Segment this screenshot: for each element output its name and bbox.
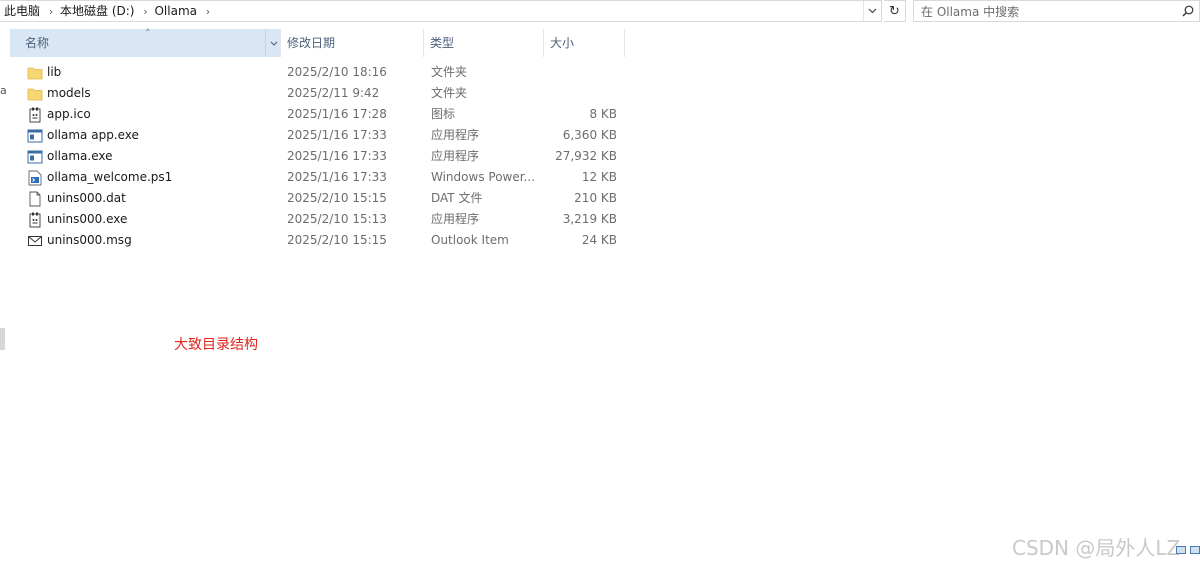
file-size: 6,360 KB	[562, 128, 617, 142]
search-box[interactable]: 在 Ollama 中搜索	[913, 0, 1200, 22]
file-size: 3,219 KB	[562, 212, 617, 226]
address-bar[interactable]: 此电脑 › 本地磁盘 (D:) › Ollama ›	[0, 0, 882, 22]
view-toggles	[1176, 546, 1200, 554]
breadcrumb-local-disk[interactable]: 本地磁盘 (D:)	[58, 1, 138, 21]
nav-pane-fragment: a	[0, 84, 7, 97]
file-name[interactable]: lib	[47, 62, 61, 83]
breadcrumb: 此电脑 › 本地磁盘 (D:) › Ollama ›	[0, 1, 215, 21]
refresh-icon: ↻	[889, 3, 900, 19]
file-date: 2025/1/16 17:28	[287, 107, 387, 121]
file-row[interactable]: app.ico 2025/1/16 17:28 图标 8 KB	[10, 104, 625, 125]
file-row[interactable]: ollama.exe 2025/1/16 17:33 应用程序 27,932 K…	[10, 146, 625, 167]
ico-file-icon	[27, 212, 43, 228]
file-size: 12 KB	[581, 170, 617, 184]
column-header-row: 名称 ˄ 修改日期 类型 大小	[10, 27, 625, 57]
file-type: DAT 文件	[431, 191, 483, 205]
watermark: CSDN @局外人LZ	[1012, 536, 1181, 560]
folder-icon	[27, 65, 43, 81]
ico-file-icon	[27, 107, 43, 123]
chevron-right-icon[interactable]: ›	[201, 5, 215, 18]
file-name[interactable]: unins000.dat	[47, 188, 126, 209]
file-list: lib 2025/2/10 18:16 文件夹 models 2025/2/11…	[10, 62, 625, 251]
app-window-icon	[27, 149, 43, 165]
file-size: 27,932 KB	[555, 149, 617, 163]
file-name[interactable]: ollama app.exe	[47, 125, 139, 146]
blank-file-icon	[27, 191, 43, 207]
chevron-right-icon[interactable]: ›	[138, 5, 152, 18]
file-type: 文件夹	[431, 86, 468, 100]
file-row[interactable]: models 2025/2/11 9:42 文件夹	[10, 83, 625, 104]
file-name[interactable]: app.ico	[47, 104, 91, 125]
file-date: 2025/2/11 9:42	[287, 86, 380, 100]
file-name[interactable]: models	[47, 83, 91, 104]
file-name[interactable]: ollama_welcome.ps1	[47, 167, 172, 188]
column-header-name[interactable]: 名称 ˄	[10, 27, 281, 57]
file-row[interactable]: unins000.exe 2025/2/10 15:13 应用程序 3,219 …	[10, 209, 625, 230]
file-type: 应用程序	[431, 128, 480, 142]
file-name[interactable]: unins000.exe	[47, 209, 127, 230]
app-window-icon	[27, 128, 43, 144]
history-dropdown-button[interactable]	[863, 1, 881, 21]
chevron-right-icon[interactable]: ›	[44, 5, 58, 18]
file-type: Outlook Item	[431, 233, 509, 247]
annotation-text: 大致目录结构	[174, 337, 258, 353]
file-date: 2025/1/16 17:33	[287, 170, 387, 184]
file-row[interactable]: unins000.msg 2025/2/10 15:15 Outlook Ite…	[10, 230, 625, 251]
file-type: 图标	[431, 107, 456, 121]
file-size: 210 KB	[574, 191, 617, 205]
file-date: 2025/2/10 18:16	[287, 65, 387, 79]
column-header-name-label: 名称	[25, 36, 50, 50]
folder-icon	[27, 86, 43, 102]
file-type: Windows Power...	[431, 170, 536, 184]
file-row[interactable]: unins000.dat 2025/2/10 15:15 DAT 文件 210 …	[10, 188, 625, 209]
file-date: 2025/2/10 15:13	[287, 212, 387, 226]
file-row[interactable]: lib 2025/2/10 18:16 文件夹	[10, 62, 625, 83]
nav-pane-scrollbar[interactable]	[0, 328, 5, 350]
file-size: 24 KB	[581, 233, 617, 247]
breadcrumb-ollama[interactable]: Ollama	[152, 1, 201, 21]
file-name[interactable]: unins000.msg	[47, 230, 132, 251]
chevron-down-icon[interactable]	[265, 29, 281, 57]
file-row[interactable]: ollama_welcome.ps1 2025/1/16 17:33 Windo…	[10, 167, 625, 188]
file-date: 2025/1/16 17:33	[287, 149, 387, 163]
file-row[interactable]: ollama app.exe 2025/1/16 17:33 应用程序 6,36…	[10, 125, 625, 146]
file-type: 应用程序	[431, 212, 480, 226]
file-date: 2025/1/16 17:33	[287, 128, 387, 142]
chevron-down-icon	[868, 8, 877, 14]
large-icons-view-icon[interactable]	[1190, 546, 1200, 554]
breadcrumb-this-pc[interactable]: 此电脑	[2, 1, 44, 21]
refresh-button[interactable]: ↻	[884, 0, 906, 22]
file-size: 8 KB	[589, 107, 617, 121]
powershell-script-icon	[27, 170, 43, 186]
column-header-type[interactable]: 类型	[424, 29, 544, 57]
file-date: 2025/2/10 15:15	[287, 233, 387, 247]
file-name[interactable]: ollama.exe	[47, 146, 113, 167]
search-input[interactable]: 在 Ollama 中搜索	[921, 3, 1177, 20]
envelope-icon	[27, 233, 43, 249]
search-icon[interactable]	[1177, 5, 1199, 17]
column-header-size[interactable]: 大小	[544, 29, 625, 57]
file-type: 文件夹	[431, 65, 468, 79]
column-header-date[interactable]: 修改日期	[281, 29, 424, 57]
file-date: 2025/2/10 15:15	[287, 191, 387, 205]
file-type: 应用程序	[431, 149, 480, 163]
details-view-icon[interactable]	[1176, 546, 1186, 554]
sort-ascending-icon: ˄	[145, 27, 151, 40]
